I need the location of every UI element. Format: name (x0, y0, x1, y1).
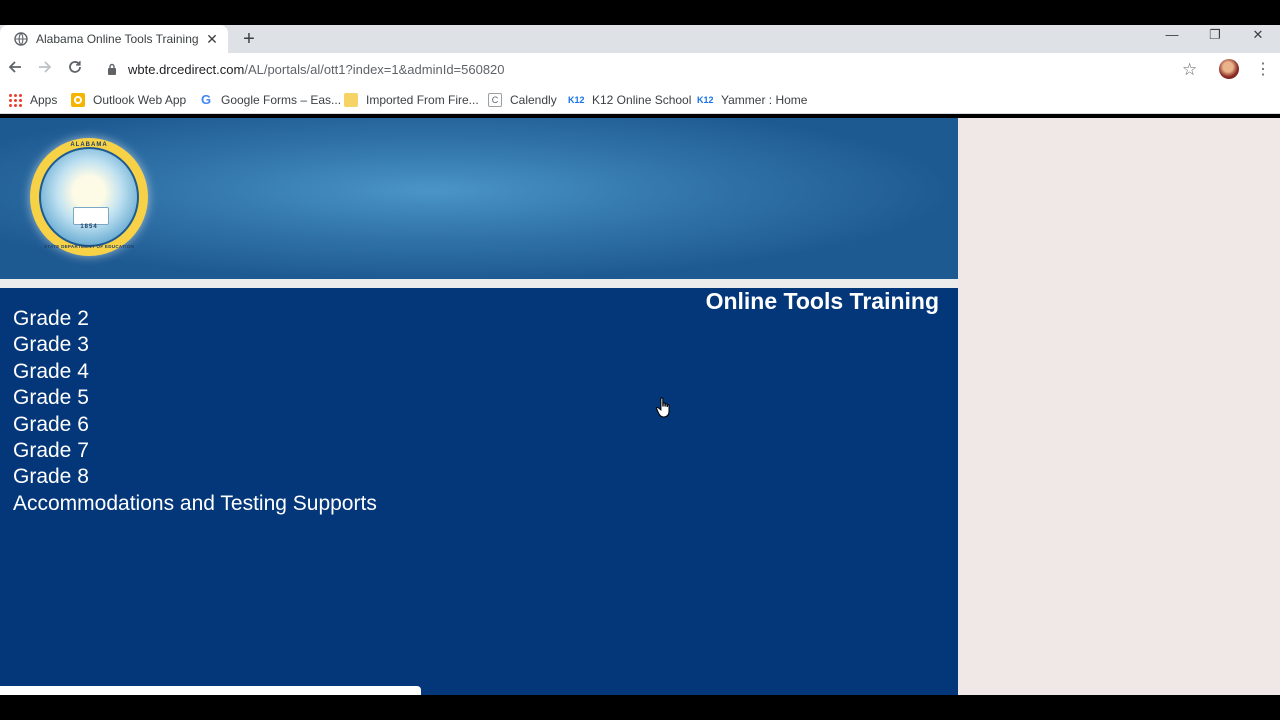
address-bar[interactable]: wbte.drcedirect.com/AL/portals/al/ott1?i… (128, 62, 505, 77)
hand-pointer-cursor-icon (656, 397, 670, 418)
seal-top-text: ALABAMA (70, 142, 108, 148)
link-grade-4[interactable]: Grade 4 (13, 359, 377, 385)
bookmark-label: Apps (30, 93, 58, 107)
header-banner: ALABAMA 1854 STATE DEPARTMENT OF EDUCATI… (0, 118, 958, 279)
browser-toolbar: wbte.drcedirect.com/AL/portals/al/ott1?i… (0, 53, 1280, 87)
banner-divider (0, 279, 958, 288)
bookmark-k12[interactable]: K12 K12 Online School (568, 92, 691, 108)
bookmark-label: Yammer : Home (721, 93, 808, 107)
url-host: wbte.drcedirect.com (128, 62, 245, 77)
back-button[interactable] (4, 59, 26, 81)
link-grade-5[interactable]: Grade 5 (13, 385, 377, 411)
browser-status-bar (0, 686, 421, 695)
seal-bottom-text: STATE DEPARTMENT OF EDUCATION (43, 244, 135, 249)
bookmark-label: Outlook Web App (93, 93, 187, 107)
training-link-list: Grade 2 Grade 3 Grade 4 Grade 5 Grade 6 … (13, 306, 377, 517)
close-tab-icon[interactable]: ✕ (204, 31, 220, 47)
bookmark-label: Calendly (510, 93, 557, 107)
bookmarks-bar: Apps Outlook Web App G Google Forms – Eas… (0, 87, 1280, 114)
reload-icon (69, 61, 81, 73)
bookmark-label: Imported From Fire... (366, 93, 479, 107)
bookmark-apps[interactable]: Apps (8, 92, 57, 108)
link-grade-6[interactable]: Grade 6 (13, 412, 377, 438)
restore-button[interactable]: ❐ (1200, 25, 1230, 45)
bookmark-label: Google Forms – Eas... (221, 93, 342, 107)
new-tab-button[interactable]: + (238, 28, 260, 50)
outlook-icon (71, 93, 85, 107)
link-grade-8[interactable]: Grade 8 (13, 464, 377, 490)
minimize-button[interactable]: — (1157, 25, 1187, 45)
link-grade-7[interactable]: Grade 7 (13, 438, 377, 464)
calendly-icon: C (488, 93, 502, 107)
google-icon: G (200, 92, 212, 107)
globe-icon (14, 32, 28, 46)
state-seal-logo: ALABAMA 1854 STATE DEPARTMENT OF EDUCATI… (30, 138, 148, 256)
letterbox-top (0, 0, 1280, 25)
k12-icon: K12 (568, 95, 585, 105)
tab-title: Alabama Online Tools Training (36, 32, 199, 46)
page-title: Online Tools Training (705, 288, 939, 314)
bookmark-label: K12 Online School (592, 93, 692, 107)
bookmark-google-forms[interactable]: G Google Forms – Eas... (199, 92, 341, 108)
forward-button[interactable] (34, 59, 56, 81)
bookmark-outlook[interactable]: Outlook Web App (71, 92, 186, 108)
profile-avatar[interactable] (1219, 59, 1239, 79)
bookmark-imported-folder[interactable]: Imported From Fire... (344, 92, 479, 108)
lock-icon[interactable] (107, 63, 117, 75)
bookmark-star-icon[interactable]: ☆ (1182, 59, 1197, 81)
link-accommodations[interactable]: Accommodations and Testing Supports (13, 491, 377, 517)
tab-strip: Alabama Online Tools Training ✕ + — ❐ ✕ (0, 25, 1280, 53)
close-window-button[interactable]: ✕ (1243, 25, 1273, 45)
bookmark-yammer[interactable]: K12 Yammer : Home (697, 92, 807, 108)
folder-icon (344, 93, 358, 107)
forward-arrow-icon (39, 61, 52, 73)
link-grade-3[interactable]: Grade 3 (13, 332, 377, 358)
main-content: Online Tools Training Grade 2 Grade 3 Gr… (0, 288, 958, 695)
bookmark-calendly[interactable]: C Calendly (488, 92, 557, 108)
seal-center (39, 147, 139, 247)
back-arrow-icon (8, 61, 21, 73)
letterbox-bottom (0, 695, 1280, 720)
link-grade-2[interactable]: Grade 2 (13, 306, 377, 332)
url-path: /AL/portals/al/ott1?index=1&adminId=5608… (244, 62, 505, 77)
web-page: ALABAMA 1854 STATE DEPARTMENT OF EDUCATI… (0, 118, 1280, 695)
reload-button[interactable] (64, 59, 86, 81)
browser-tab[interactable]: Alabama Online Tools Training ✕ (0, 25, 228, 53)
apps-grid-icon (8, 93, 22, 107)
open-book-icon (73, 207, 109, 225)
menu-kebab-icon[interactable]: ⋮ (1255, 59, 1271, 81)
seal-year: 1854 (80, 224, 98, 230)
k12-icon: K12 (697, 95, 714, 105)
